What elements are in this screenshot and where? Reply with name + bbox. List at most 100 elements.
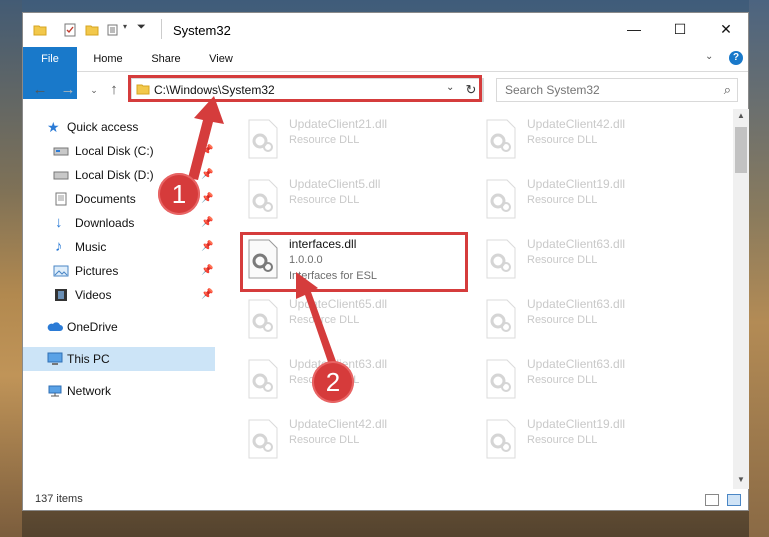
cloud-icon: [47, 322, 63, 331]
sidebar-item-label: Network: [67, 384, 112, 398]
file-description: Resource DLL: [289, 314, 360, 326]
step-1-badge: 1: [158, 173, 200, 215]
file-item[interactable]: UpdateClient21.dll Resource DLL: [243, 113, 463, 165]
sidebar-item-label: Documents: [75, 192, 136, 206]
tab-share[interactable]: Share: [143, 47, 189, 71]
chevron-down-icon[interactable]: ▾: [123, 22, 127, 31]
sidebar-item-onedrive[interactable]: OneDrive: [23, 315, 215, 339]
forward-button[interactable]: →: [59, 81, 77, 99]
dll-file-icon: [486, 359, 516, 399]
file-description: Resource DLL: [527, 374, 598, 386]
close-button[interactable]: ✕: [703, 13, 749, 45]
file-item[interactable]: UpdateClient42.dll Resource DLL: [243, 413, 463, 465]
tab-home[interactable]: Home: [85, 47, 131, 71]
file-description: Resource DLL: [527, 134, 598, 146]
desktop-wallpaper-right: [749, 0, 769, 537]
search-icon: ⌕: [723, 82, 731, 97]
pin-icon[interactable]: 📌: [201, 187, 213, 211]
sidebar-item-label: This PC: [67, 352, 110, 366]
dll-file-icon: [486, 419, 516, 459]
new-folder-icon[interactable]: [85, 23, 99, 37]
computer-icon: [47, 352, 63, 365]
file-name: UpdateClient63.dll: [527, 357, 626, 371]
address-highlight-box: [128, 75, 482, 102]
sidebar-item-music[interactable]: ♪ Music 📌: [23, 235, 215, 259]
pin-icon[interactable]: 📌: [201, 163, 213, 187]
up-button[interactable]: ↑: [105, 81, 123, 99]
properties-icon[interactable]: [63, 23, 77, 37]
dll-file-icon: [486, 299, 516, 339]
customize-toolbar-icon[interactable]: [107, 23, 121, 37]
search-input[interactable]: [503, 82, 707, 98]
sidebar-item-local-disk-c[interactable]: Local Disk (C:) 📌: [23, 139, 215, 163]
sidebar-item-label: OneDrive: [67, 320, 118, 334]
desktop-wallpaper-left: [0, 0, 22, 537]
navigation-pane: ★ Quick access Local Disk (C:) 📌 Local D…: [23, 109, 215, 489]
sidebar-item-downloads[interactable]: ↓ Downloads 📌: [23, 211, 215, 235]
pin-icon[interactable]: 📌: [201, 211, 213, 235]
pin-icon[interactable]: 📌: [201, 139, 213, 163]
expand-ribbon-icon[interactable]: ⌄: [705, 51, 713, 62]
file-item[interactable]: UpdateClient65.dll Resource DLL: [243, 293, 463, 345]
sidebar-item-videos[interactable]: Videos 📌: [23, 283, 215, 307]
scrollbar-thumb[interactable]: [735, 127, 747, 173]
network-icon: [48, 385, 62, 397]
file-description: Resource DLL: [527, 194, 598, 206]
pictures-icon: [53, 265, 69, 277]
dll-file-icon: [248, 419, 278, 459]
file-item[interactable]: UpdateClient5.dll Resource DLL: [243, 173, 463, 225]
sidebar-item-quick-access[interactable]: ★ Quick access: [23, 115, 215, 139]
file-description: Resource DLL: [289, 434, 360, 446]
file-name: UpdateClient42.dll: [289, 417, 388, 431]
scroll-up-icon[interactable]: ▲: [733, 111, 749, 120]
sidebar-item-label: Music: [75, 240, 107, 254]
file-description: Resource DLL: [527, 314, 598, 326]
file-description: Resource DLL: [527, 254, 598, 266]
file-highlight-box: [240, 232, 468, 292]
documents-icon: [55, 192, 67, 206]
vertical-scrollbar[interactable]: ▲ ▼: [733, 109, 749, 489]
file-item[interactable]: UpdateClient63.dll Resource DLL: [481, 353, 701, 405]
file-name: UpdateClient42.dll: [527, 117, 626, 131]
search-box[interactable]: ⌕: [496, 78, 738, 102]
recent-locations-button[interactable]: ⌄: [85, 81, 103, 99]
file-item[interactable]: UpdateClient42.dll Resource DLL: [481, 113, 701, 165]
back-button[interactable]: ←: [31, 81, 49, 99]
status-bar: 137 items: [23, 489, 748, 511]
dll-file-icon: [248, 119, 278, 159]
details-view-icon[interactable]: [705, 494, 719, 506]
title-bar: ▾ ⏷ System32 — ☐ ✕: [23, 13, 748, 47]
large-icons-view-icon[interactable]: [727, 494, 741, 506]
file-name: UpdateClient63.dll: [527, 237, 626, 251]
videos-icon: [55, 289, 67, 301]
pin-icon[interactable]: 📌: [201, 259, 213, 283]
maximize-button[interactable]: ☐: [657, 13, 703, 45]
sidebar-item-network[interactable]: Network: [23, 379, 215, 403]
dll-file-icon: [486, 239, 516, 279]
sidebar-item-pictures[interactable]: Pictures 📌: [23, 259, 215, 283]
scroll-down-icon[interactable]: ▼: [733, 475, 749, 484]
file-name: UpdateClient65.dll: [289, 297, 388, 311]
pin-icon[interactable]: 📌: [201, 235, 213, 259]
pin-icon[interactable]: 📌: [201, 283, 213, 307]
qat-dropdown-icon[interactable]: ⏷: [137, 21, 146, 34]
dll-file-icon: [248, 179, 278, 219]
sidebar-item-label: Videos: [75, 288, 112, 302]
sidebar-item-label: Downloads: [75, 216, 135, 230]
help-icon[interactable]: ?: [729, 51, 743, 65]
dll-file-icon: [248, 359, 278, 399]
sidebar-item-this-pc[interactable]: This PC: [23, 347, 215, 371]
tab-view[interactable]: View: [201, 47, 241, 71]
dll-file-icon: [486, 179, 516, 219]
minimize-button[interactable]: —: [611, 13, 657, 45]
file-name: UpdateClient5.dll: [289, 177, 381, 191]
file-item[interactable]: UpdateClient63.dll Resource DLL: [481, 293, 701, 345]
step-2-badge: 2: [312, 361, 354, 403]
drive-icon: [53, 171, 69, 180]
file-item[interactable]: UpdateClient19.dll Resource DLL: [481, 173, 701, 225]
downloads-icon: ↓: [55, 214, 63, 231]
file-list: UpdateClient21.dll Resource DLL UpdateCl…: [223, 109, 733, 489]
file-item[interactable]: UpdateClient63.dll Resource DLL: [481, 233, 701, 285]
file-description: Resource DLL: [527, 434, 598, 446]
file-item[interactable]: UpdateClient19.dll Resource DLL: [481, 413, 701, 465]
